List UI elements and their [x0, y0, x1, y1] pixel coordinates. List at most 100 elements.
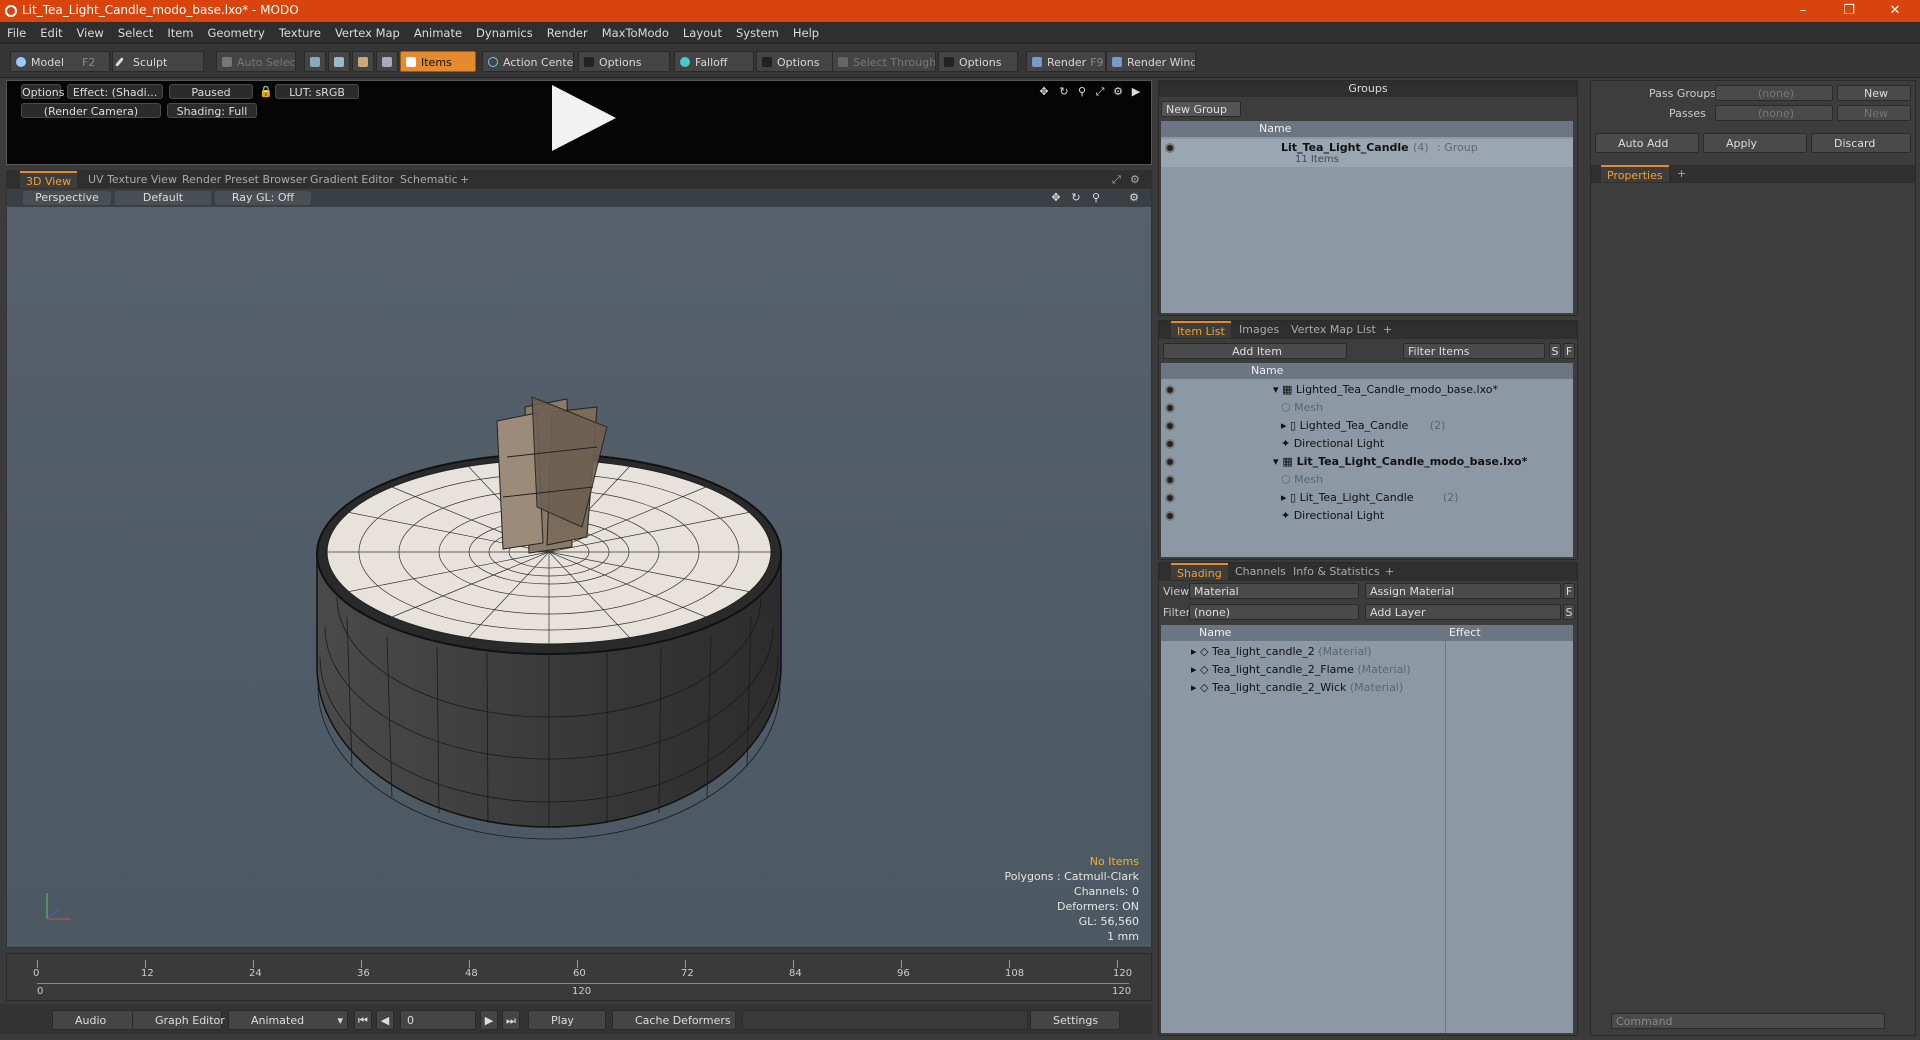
next-frame-icon[interactable]: ▶ — [480, 1010, 498, 1030]
materials-mode-button[interactable] — [376, 51, 398, 72]
add-layer-dropdown[interactable]: Add Layer — [1365, 604, 1561, 620]
frame-input[interactable]: 0 — [400, 1010, 476, 1030]
assign-material-button[interactable]: Assign Material — [1365, 583, 1561, 599]
menu-maxtomodo[interactable]: MaxToModo — [595, 22, 676, 44]
menu-vertex-map[interactable]: Vertex Map — [328, 22, 407, 44]
eye-icon[interactable] — [1165, 475, 1175, 485]
zoom-icon[interactable]: ⚲ — [1075, 84, 1089, 99]
preview-effect-dropdown[interactable]: Effect: (Shadi... — [67, 84, 163, 99]
first-frame-icon[interactable]: ⏮ — [354, 1010, 372, 1030]
menu-texture[interactable]: Texture — [272, 22, 328, 44]
discard-button[interactable]: Discard — [1811, 133, 1911, 153]
tab-render-preset-browser[interactable]: Render Preset Browser — [176, 171, 313, 188]
tab-properties[interactable]: Properties — [1601, 165, 1669, 182]
raygl-dropdown[interactable]: Ray GL: Off — [215, 191, 311, 205]
command-input[interactable]: Command — [1611, 1013, 1885, 1029]
eye-icon[interactable] — [1165, 439, 1175, 449]
add-item-dropdown[interactable]: Add Item — [1163, 343, 1347, 359]
model-mode-button[interactable]: Model F2 — [10, 51, 110, 72]
graph-editor-button[interactable]: Graph Editor — [132, 1010, 225, 1030]
pan-icon[interactable]: ✥ — [1049, 191, 1063, 205]
restore-button[interactable]: ❐ — [1826, 0, 1872, 22]
menu-file[interactable]: File — [0, 22, 33, 44]
tab-channels[interactable]: Channels — [1229, 563, 1292, 580]
items-mode-button[interactable]: Items — [400, 51, 476, 72]
list-item[interactable]: ⬡ Mesh — [1161, 399, 1573, 417]
falloff-options-button[interactable]: Options — [756, 51, 836, 72]
rotate-icon[interactable]: ↻ — [1069, 191, 1083, 205]
gear-icon[interactable]: ⚙ — [1127, 191, 1141, 205]
play-arrow-icon[interactable]: ▶ — [1129, 84, 1143, 99]
apply-button[interactable]: Apply — [1703, 133, 1807, 153]
audio-button[interactable]: Audio — [52, 1010, 136, 1030]
list-item[interactable]: ✦ Directional Light — [1161, 507, 1573, 525]
eye-icon[interactable] — [1165, 493, 1175, 503]
list-item[interactable]: ⬡ Mesh — [1161, 471, 1573, 489]
menu-render[interactable]: Render — [540, 22, 595, 44]
action-center-options-button[interactable]: Options — [578, 51, 670, 72]
gear-icon[interactable]: ⚙ — [1124, 171, 1146, 188]
passes-dropdown[interactable]: (none) — [1715, 105, 1833, 121]
menu-geometry[interactable]: Geometry — [201, 22, 272, 44]
auto-add-button[interactable]: Auto Add — [1595, 133, 1699, 153]
menu-view[interactable]: View — [70, 22, 111, 44]
select-through-options-button[interactable]: Options — [938, 51, 1018, 72]
eye-icon[interactable] — [1165, 457, 1175, 467]
menu-system[interactable]: System — [729, 22, 786, 44]
tab-vertex-map-list[interactable]: Vertex Map List — [1285, 321, 1382, 338]
perspective-dropdown[interactable]: Perspective — [23, 191, 111, 205]
eye-icon[interactable] — [1165, 143, 1175, 153]
tab-3d-view[interactable]: 3D View — [20, 171, 78, 188]
list-item[interactable]: ▾ ▦ Lighted_Tea_Candle_modo_base.lxo* — [1161, 381, 1573, 399]
key-tools-strip[interactable] — [742, 1010, 1028, 1030]
group-row[interactable]: Lit_Tea_Light_Candle (4) : Group 11 Item… — [1161, 139, 1573, 167]
menu-edit[interactable]: Edit — [33, 22, 69, 44]
falloff-button[interactable]: Falloff — [674, 51, 754, 72]
pass-groups-dropdown[interactable]: (none) — [1715, 85, 1833, 101]
list-item[interactable]: ▸ ▯ Lit_Tea_Light_Candle (2) — [1161, 489, 1573, 507]
tab-item-list[interactable]: Item List — [1171, 321, 1231, 338]
s-button[interactable]: S — [1549, 343, 1561, 359]
tab-gradient-editor[interactable]: Gradient Editor — [304, 171, 400, 188]
auto-select-button[interactable]: Auto Select — [216, 51, 296, 72]
lock-icon[interactable]: 🔒 — [259, 84, 273, 99]
filter-items-input[interactable]: Filter Items — [1403, 343, 1545, 359]
tab-images[interactable]: Images — [1233, 321, 1285, 338]
gear-icon[interactable]: ⚙ — [1111, 84, 1125, 99]
menu-animate[interactable]: Animate — [407, 22, 469, 44]
timeline[interactable]: 0 12 24 36 48 60 72 84 96 108 120 0 120 120 — [6, 953, 1152, 1001]
tab-info-statistics[interactable]: Info & Statistics — [1287, 563, 1386, 580]
preview-paused-button[interactable]: Paused — [169, 84, 253, 99]
eye-icon[interactable] — [1165, 511, 1175, 521]
animated-dropdown[interactable]: Animated ▾ — [228, 1010, 348, 1030]
preview-options-button[interactable]: Options — [21, 84, 64, 99]
eye-icon[interactable] — [1165, 403, 1175, 413]
rotate-icon[interactable]: ↻ — [1057, 84, 1071, 99]
preview-camera-dropdown[interactable]: (Render Camera) — [21, 103, 161, 118]
pan-icon[interactable]: ✥ — [1037, 84, 1051, 99]
f-button[interactable]: F — [1563, 583, 1575, 599]
s-button[interactable]: S — [1563, 604, 1575, 620]
filter-dropdown[interactable]: (none) — [1189, 604, 1359, 620]
settings-button[interactable]: Settings — [1030, 1010, 1120, 1030]
add-tab-button[interactable]: + — [1379, 563, 1400, 580]
menu-help[interactable]: Help — [786, 22, 826, 44]
prev-frame-icon[interactable]: ◀ — [376, 1010, 394, 1030]
play-preview-icon[interactable] — [552, 85, 616, 151]
cache-deformers-button[interactable]: Cache Deformers — [612, 1010, 736, 1030]
action-center-button[interactable]: Action Center — [482, 51, 574, 72]
vertices-mode-button[interactable] — [304, 51, 326, 72]
f-button[interactable]: F — [1563, 343, 1575, 359]
shader-item[interactable]: ▸ ◇ Tea_light_candle_2_Wick (Material) — [1161, 679, 1573, 697]
render-button[interactable]: Render F9 — [1026, 51, 1106, 72]
menu-select[interactable]: Select — [111, 22, 160, 44]
list-item[interactable]: ▾ ▦ Lit_Tea_Light_Candle_modo_base.lxo* — [1161, 453, 1573, 471]
maximize-icon[interactable]: ⤢ — [1093, 84, 1107, 99]
eye-icon[interactable] — [1165, 385, 1175, 395]
menu-layout[interactable]: Layout — [676, 22, 729, 44]
select-through-button[interactable]: Select Through — [832, 51, 936, 72]
shader-item[interactable]: ▸ ◇ Tea_light_candle_2 (Material) — [1161, 643, 1573, 661]
add-tab-button[interactable]: + — [1377, 321, 1398, 338]
minimize-button[interactable]: – — [1780, 0, 1826, 22]
render-window-button[interactable]: Render Window — [1106, 51, 1196, 72]
